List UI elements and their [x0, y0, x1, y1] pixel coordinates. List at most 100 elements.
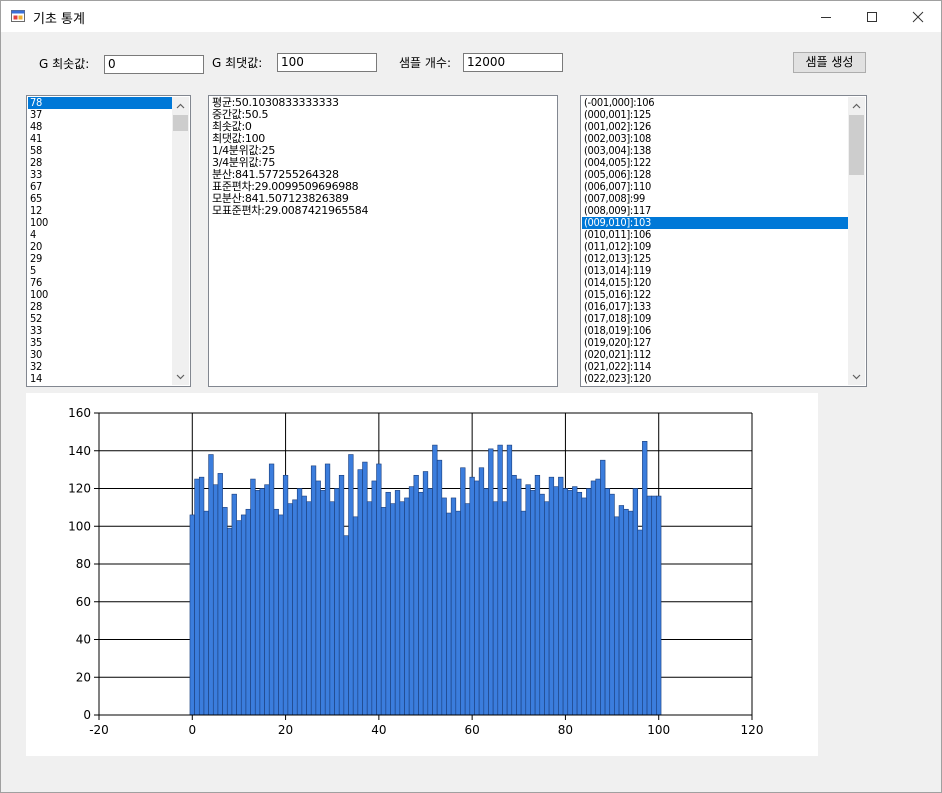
list-item[interactable]: 28	[28, 157, 172, 169]
histogram-bar	[502, 501, 508, 716]
histogram-bar	[460, 467, 466, 716]
max-value-input[interactable]: 100	[277, 53, 377, 72]
y-tick-label: 100	[68, 519, 91, 533]
histogram-bar	[436, 459, 443, 716]
list-item[interactable]: 12	[28, 205, 172, 217]
frequency-list-scrollbar[interactable]	[848, 97, 865, 385]
list-item[interactable]: 100	[28, 289, 172, 301]
scroll-up-arrow[interactable]	[848, 97, 865, 114]
list-item[interactable]: 28	[28, 301, 172, 313]
list-item[interactable]: 30	[28, 349, 172, 361]
histogram-bar	[576, 491, 583, 716]
list-item[interactable]: 33	[28, 169, 172, 181]
scroll-up-arrow[interactable]	[172, 97, 189, 114]
scroll-down-arrow[interactable]	[848, 368, 865, 385]
histogram-bar	[646, 495, 653, 716]
list-item[interactable]: 29	[28, 253, 172, 265]
histogram-bar	[572, 486, 578, 716]
list-item[interactable]: (020,021]:112	[582, 349, 848, 361]
list-item[interactable]: 32	[28, 361, 172, 373]
sample-count-input[interactable]: 12000	[463, 53, 563, 72]
list-item[interactable]: (012,013]:125	[582, 253, 848, 265]
scroll-thumb[interactable]	[173, 115, 188, 131]
list-item[interactable]: (007,008]:99	[582, 193, 848, 205]
list-item[interactable]: (008,009]:117	[582, 205, 848, 217]
list-item[interactable]: 37	[28, 109, 172, 121]
list-item[interactable]: (001,002]:126	[582, 121, 848, 133]
histogram-bar	[268, 463, 275, 716]
sample-listbox[interactable]: 78 37 48 41 58 28 33 67 65 12 100 4 20 29 5 76 100 28 52 33…	[26, 95, 191, 387]
list-item[interactable]: (-001,000]:106	[582, 97, 848, 109]
list-item[interactable]: 14	[28, 373, 172, 385]
list-item[interactable]: (014,015]:120	[582, 277, 848, 289]
histogram-bar	[380, 507, 387, 716]
generate-samples-button[interactable]: 샘플 생성	[793, 52, 866, 73]
histogram-bar	[203, 510, 209, 716]
histogram-bar	[352, 516, 359, 716]
histogram-bar	[478, 467, 485, 716]
minimize-button[interactable]	[803, 1, 849, 32]
histogram-bar	[581, 497, 587, 716]
statistics-textbox[interactable]: 평균:50.1030833333333 중간값:50.5 최솟값:0 최댓값:100 1…	[208, 95, 558, 387]
list-item[interactable]: (006,007]:110	[582, 181, 848, 193]
list-item[interactable]: (009,010]:103	[582, 217, 848, 229]
chevron-down-icon	[176, 374, 185, 379]
histogram-bar	[394, 490, 401, 716]
list-item[interactable]: 20	[28, 241, 172, 253]
list-item[interactable]: (010,011]:106	[582, 229, 848, 241]
title-bar[interactable]: 기초 통계	[1, 1, 941, 32]
histogram-bar	[329, 501, 335, 716]
histogram-bar	[651, 495, 657, 716]
list-item[interactable]: 58	[28, 145, 172, 157]
list-item[interactable]: (002,003]:108	[582, 133, 848, 145]
list-item[interactable]: (019,020]:127	[582, 337, 848, 349]
histogram-bar	[320, 490, 326, 716]
list-item[interactable]: 35	[28, 337, 172, 349]
x-tick-label: 40	[371, 723, 386, 737]
histogram-bar	[422, 471, 429, 716]
histogram-bar	[348, 454, 354, 716]
list-item[interactable]: (021,022]:114	[582, 361, 848, 373]
list-item[interactable]: 100	[28, 217, 172, 229]
histogram-bar	[399, 501, 405, 716]
chevron-up-icon	[176, 103, 185, 108]
histogram-chart: 0 20 40 60 80 100 120 140 160 -20 0 20 40 60 80 100 120	[26, 393, 818, 756]
histogram-bar	[324, 463, 331, 716]
sample-list-scrollbar[interactable]	[172, 97, 189, 385]
histogram-bar	[534, 474, 541, 716]
scroll-down-arrow[interactable]	[172, 368, 189, 385]
histogram-bar	[604, 488, 611, 716]
list-item[interactable]: (011,012]:109	[582, 241, 848, 253]
statistic-line: 모표준편차:29.0087421965584	[212, 204, 369, 217]
list-item[interactable]: 4	[28, 229, 172, 241]
histogram-bar	[212, 484, 219, 716]
list-item[interactable]: 33	[28, 325, 172, 337]
list-item[interactable]: (003,004]:138	[582, 145, 848, 157]
maximize-button[interactable]	[849, 1, 895, 32]
list-item[interactable]: 76	[28, 277, 172, 289]
list-item[interactable]: (005,006]:128	[582, 169, 848, 181]
list-item[interactable]: (015,016]:122	[582, 289, 848, 301]
list-item[interactable]: (018,019]:106	[582, 325, 848, 337]
frequency-listbox[interactable]: (-001,000]:106 (000,001]:125 (001,002]:126…	[580, 95, 867, 387]
list-item[interactable]: 67	[28, 181, 172, 193]
list-item[interactable]: 78	[28, 97, 172, 109]
list-item[interactable]: (022,023]:120	[582, 373, 848, 385]
list-item[interactable]: 65	[28, 193, 172, 205]
list-item[interactable]: (004,005]:122	[582, 157, 848, 169]
list-item[interactable]: (000,001]:125	[582, 109, 848, 121]
min-value-input[interactable]: 0	[104, 55, 204, 74]
list-item[interactable]: (017,018]:109	[582, 313, 848, 325]
histogram-bar	[250, 478, 256, 716]
close-button[interactable]	[895, 1, 941, 32]
list-item[interactable]: 48	[28, 121, 172, 133]
list-item[interactable]: (016,017]:133	[582, 301, 848, 313]
histogram-bar	[376, 463, 382, 716]
list-item[interactable]: 52	[28, 313, 172, 325]
list-item[interactable]: (013,014]:119	[582, 265, 848, 277]
histogram-bar	[194, 478, 200, 716]
histogram-bar	[301, 495, 307, 716]
scroll-thumb[interactable]	[849, 115, 864, 175]
list-item[interactable]: 5	[28, 265, 172, 277]
list-item[interactable]: 41	[28, 133, 172, 145]
